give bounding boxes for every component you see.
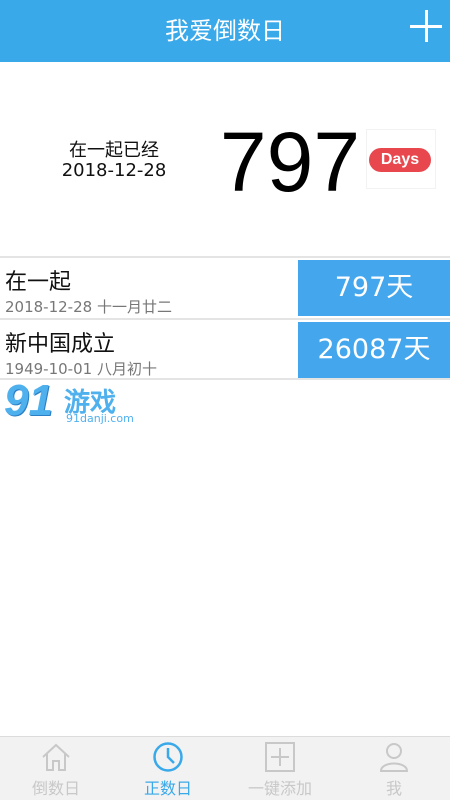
add-event-button[interactable]	[408, 8, 444, 44]
tab-label: 倒数日	[31, 779, 80, 798]
event-row[interactable]: 新中国成立 1949-10-01 八月初十 26087天	[0, 318, 450, 380]
bottom-tab-bar: 倒数日 正数日 一键添加 我	[0, 736, 450, 800]
event-days-count[interactable]: 797天	[298, 260, 450, 316]
hero-summary: 在一起已经 2018-12-28 797 Days	[0, 62, 450, 252]
clock-icon	[153, 742, 183, 772]
hero-day-count: 797	[219, 115, 361, 209]
tab-quick-add[interactable]: 一键添加	[224, 737, 336, 800]
tab-me[interactable]: 我	[338, 737, 450, 800]
watermark-url: 91danji.com	[66, 412, 134, 425]
event-days-count[interactable]: 26087天	[298, 322, 450, 378]
event-row[interactable]: 在一起 2018-12-28 十一月廿二 797天	[0, 256, 450, 318]
home-icon	[42, 743, 70, 771]
site-watermark-logo: 91 游戏 91danji.com	[4, 376, 144, 430]
event-date: 2018-12-28 十一月廿二	[5, 298, 172, 316]
event-list: 在一起 2018-12-28 十一月廿二 797天 新中国成立 1949-10-…	[0, 256, 450, 380]
tab-label: 正数日	[143, 779, 192, 798]
tab-countdown[interactable]: 倒数日	[0, 737, 112, 800]
app-header: 我爱倒数日	[0, 0, 450, 62]
days-badge-container: Days	[367, 130, 435, 188]
hero-date: 2018-12-28	[61, 160, 167, 181]
tab-count-up[interactable]: 正数日	[112, 737, 224, 800]
user-icon	[379, 743, 409, 772]
hero-label: 在一起已经	[69, 140, 159, 161]
event-name: 在一起	[5, 270, 72, 295]
tab-label: 我	[385, 779, 402, 798]
app-title: 我爱倒数日	[165, 17, 285, 45]
watermark-number: 91	[4, 376, 53, 425]
tab-label: 一键添加	[247, 779, 312, 798]
days-badge: Days	[369, 148, 431, 172]
plus-box-icon	[265, 742, 295, 772]
event-name: 新中国成立	[5, 332, 116, 357]
